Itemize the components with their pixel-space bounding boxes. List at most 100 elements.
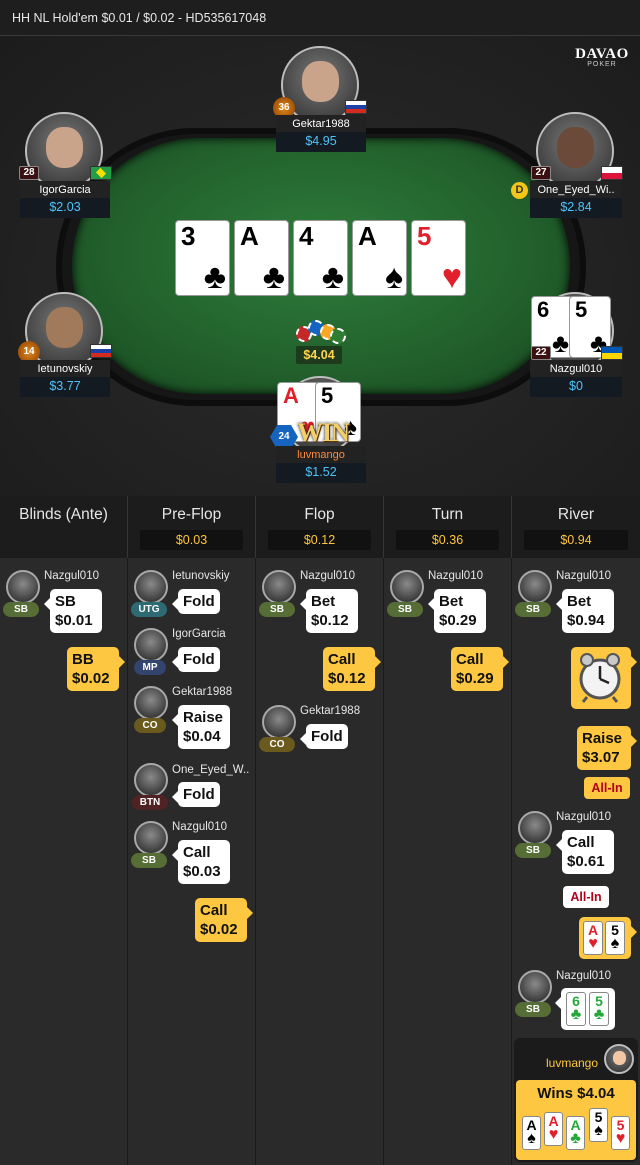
- shown-cards-villain: 6 ♣ 5 ♣: [555, 988, 615, 1030]
- card-suit: ♣: [570, 1130, 581, 1147]
- card-suit: ♠: [610, 935, 620, 952]
- mini-card: 5 ♠: [589, 1108, 608, 1142]
- avatar-small: [518, 570, 552, 604]
- player-stack: $4.95: [276, 132, 366, 152]
- card-suit: ♣: [321, 258, 344, 296]
- avatar-small: [518, 970, 552, 1004]
- action-type: SB: [55, 593, 76, 610]
- avatar-small: [6, 570, 40, 604]
- board-card-5: 5 ♥: [411, 220, 466, 296]
- avatar-small: [390, 570, 424, 604]
- action-bubble-hero: [571, 647, 637, 709]
- winner-text: Wins $4.04: [537, 1085, 615, 1102]
- action-player-name: Gektar1988: [300, 705, 361, 717]
- action-type: Bet: [311, 593, 336, 610]
- action-player-name: One_Eyed_W..: [172, 764, 250, 776]
- street-title: Flop: [304, 506, 335, 523]
- action-type: Fold: [311, 728, 343, 745]
- action-bubble-hero: BB $0.02: [67, 647, 125, 691]
- position-badge: BTN: [132, 795, 168, 810]
- level-badge-nazgul: 22: [531, 346, 551, 360]
- player-name: One_Eyed_Wi..: [530, 181, 622, 198]
- winner-card-box: Wins $4.04 A ♠ A ♥ A ♣ 5 ♠ 5 ♥: [516, 1080, 636, 1160]
- action-bubble: Call $0.03: [172, 840, 230, 884]
- action-bubble: Bet $0.29: [428, 589, 486, 633]
- action-amount: $0.01: [55, 612, 93, 629]
- card-rank: 5: [417, 221, 432, 251]
- avatar-small: [134, 628, 168, 662]
- mini-card: A ♠: [522, 1116, 541, 1150]
- action-amount: $0.29: [456, 670, 494, 687]
- seat-luvmango[interactable]: luvmango $1.52: [276, 446, 366, 483]
- seat-igor[interactable]: IgorGarcia $2.03: [20, 181, 110, 218]
- card-suit: ♣: [593, 1006, 605, 1023]
- brand-logo: DAVAO POKER: [572, 46, 632, 72]
- action-bubble-hero: Call $0.12: [323, 647, 381, 691]
- position-badge: SB: [515, 843, 551, 858]
- mini-card: A ♥: [544, 1112, 563, 1146]
- seat-nazgul[interactable]: Nazgul010 $0: [530, 360, 622, 397]
- player-stack: $3.77: [20, 377, 110, 397]
- action-bubble-hero: Call $0.29: [451, 647, 509, 691]
- action-player-name: Nazgul010: [428, 570, 483, 582]
- winner-panel: luvmango Wins $4.04 A ♠ A ♥ A ♣ 5 ♠ 5 ♥: [514, 1038, 638, 1162]
- action-amount: $0.04: [183, 728, 221, 745]
- win-banner: WIN: [297, 418, 350, 447]
- seat-gektar[interactable]: Gektar1988 $4.95: [276, 115, 366, 152]
- action-player-name: Nazgul010: [44, 570, 99, 582]
- card-suit: ♥: [441, 258, 462, 296]
- position-badge: UTG: [131, 602, 167, 617]
- board-card-1: 3 ♣: [175, 220, 230, 296]
- hand-title: HH NL Hold'em $0.01 / $0.02 - HD53561704…: [12, 11, 267, 25]
- flag-ua-icon: [601, 346, 623, 360]
- card-rank: A: [358, 221, 377, 251]
- action-type: Call: [567, 834, 595, 851]
- avatar-small: [134, 570, 168, 604]
- action-type: Call: [183, 844, 211, 861]
- avatar-small-luvmango: [604, 1044, 634, 1074]
- action-bubble: Call $0.61: [556, 830, 614, 874]
- player-name: Nazgul010: [530, 360, 622, 377]
- street-header-flop: Flop $0.12: [256, 496, 384, 558]
- card-suit: ♥: [548, 1126, 559, 1143]
- avatar-small: [262, 570, 296, 604]
- seat-one-eyed[interactable]: One_Eyed_Wi.. $2.84: [530, 181, 622, 218]
- position-badge: SB: [515, 602, 551, 617]
- flag-ru-icon: [90, 344, 112, 358]
- action-bubble-hero: Raise $3.07: [577, 726, 637, 770]
- card-suit: ♥: [615, 1130, 626, 1147]
- action-bubble: Fold: [172, 589, 220, 614]
- action-type: Call: [328, 651, 356, 668]
- player-stack: $1.52: [276, 463, 366, 483]
- action-player-name: Nazgul010: [556, 811, 611, 823]
- position-badge: SB: [515, 1002, 551, 1017]
- player-name: luvmango: [276, 446, 366, 463]
- avatar-small: [134, 821, 168, 855]
- street-pot: $0.94: [524, 530, 628, 550]
- player-name: IgorGarcia: [20, 181, 110, 198]
- avatar-small: [134, 763, 168, 797]
- street-title: River: [557, 506, 595, 523]
- mini-card: 5 ♠: [605, 921, 625, 955]
- seat-ietunovskiy[interactable]: Ietunovskiy $3.77: [20, 360, 110, 397]
- action-type: Bet: [567, 593, 592, 610]
- hand-header: HH NL Hold'em $0.01 / $0.02 - HD53561704…: [0, 0, 640, 36]
- board-card-2: A ♣: [234, 220, 289, 296]
- shown-cards-hero: A ♥ 5 ♠: [579, 917, 637, 959]
- alarm-clock-icon: [579, 653, 621, 703]
- action-player-name: Ietunovskiy: [172, 570, 230, 582]
- action-type: Fold: [183, 786, 215, 803]
- card-suit: ♣: [203, 258, 226, 296]
- mini-card: 5 ♣: [589, 992, 609, 1026]
- action-amount: $0.02: [72, 670, 110, 687]
- mini-card: 6 ♣: [566, 992, 586, 1026]
- street-title: Turn: [431, 506, 464, 523]
- position-badge: MP: [134, 660, 166, 675]
- action-type: Fold: [183, 651, 215, 668]
- level-badge-igor: 28: [19, 166, 39, 180]
- dealer-button: D: [511, 182, 528, 199]
- action-type: Call: [200, 902, 228, 919]
- flag-br-icon: [90, 166, 112, 180]
- action-amount: $0.61: [567, 853, 605, 870]
- street-header-turn: Turn $0.36: [384, 496, 512, 558]
